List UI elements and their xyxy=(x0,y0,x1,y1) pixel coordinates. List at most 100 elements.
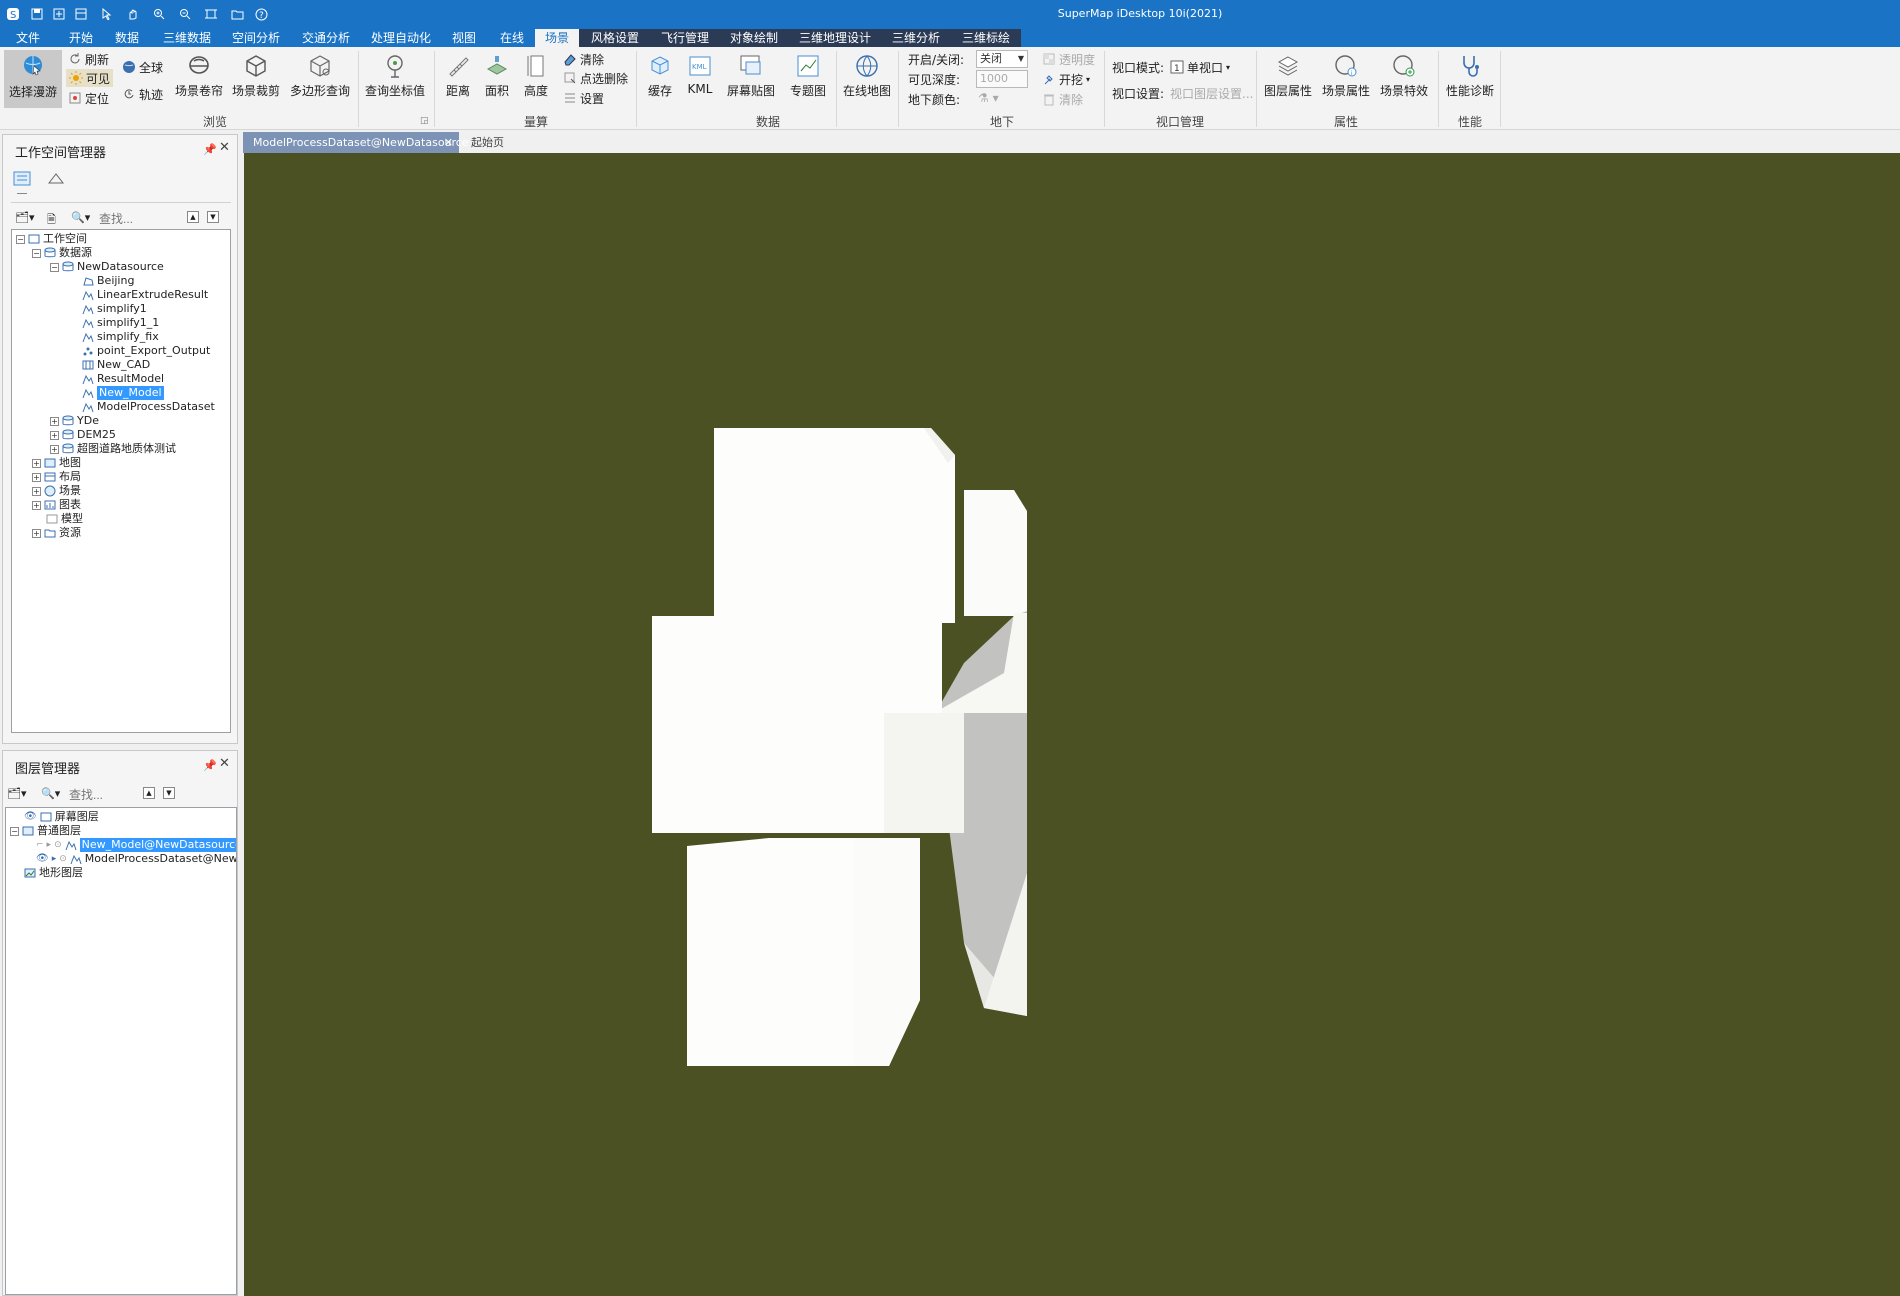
track-button[interactable]: 轨迹 xyxy=(122,85,163,103)
tab-start[interactable]: 开始 xyxy=(60,29,102,47)
viewport-layer-settings-button[interactable]: 视口图层设置... xyxy=(1170,85,1253,102)
tree-node-datasource[interactable]: + YDe xyxy=(50,414,99,428)
tab-data[interactable]: 数据 xyxy=(106,29,148,47)
underground-onoff-select[interactable]: 关闭 ▼ xyxy=(976,50,1028,68)
doc-tab-start-page[interactable]: 起始页 xyxy=(461,132,521,153)
layer-group-screen[interactable]: 👁 屏幕图层 xyxy=(24,810,99,824)
collapse-icon[interactable]: − xyxy=(16,234,25,244)
search-down-icon[interactable]: ▼ xyxy=(207,211,219,223)
doc-tab-active[interactable]: ModelProcessDataset@NewDatasource ✕ xyxy=(243,132,469,153)
tab-online[interactable]: 在线 xyxy=(494,29,530,47)
snap-icon[interactable]: ⊙ xyxy=(54,838,62,852)
snap-icon[interactable]: ⊙ xyxy=(59,852,67,866)
selectable-icon[interactable]: ▸ xyxy=(47,838,52,852)
tab-object-drawing[interactable]: 对象绘制 xyxy=(719,29,789,47)
layer-group-normal[interactable]: − 普通图层 xyxy=(10,824,81,838)
selectable-icon[interactable]: ▸ xyxy=(52,852,57,866)
pin-icon[interactable]: 📌 xyxy=(203,759,217,772)
save-workspace-icon[interactable]: 🗎 xyxy=(47,211,56,230)
tab-3d-geo-design[interactable]: 三维地理设计 xyxy=(789,29,881,47)
distance-button[interactable]: 距离 xyxy=(440,53,476,99)
visibility-off-icon[interactable]: ⌐ xyxy=(36,838,44,852)
tab-scene[interactable]: 场景 xyxy=(535,29,579,47)
expand-icon[interactable]: + xyxy=(32,528,41,538)
point-delete-button[interactable]: 点选删除 xyxy=(563,69,628,87)
tree-node-datasource[interactable]: + 超图道路地质体测试 xyxy=(50,442,176,456)
scene-properties-button[interactable]: i 场景属性 xyxy=(1320,53,1372,99)
globe-button[interactable]: 全球 xyxy=(122,58,163,76)
kml-button[interactable]: KML KML xyxy=(682,53,718,96)
scene-canvas[interactable] xyxy=(244,153,1900,1296)
tree-node-datasource[interactable]: + DEM25 xyxy=(50,428,116,442)
tab-view[interactable]: 视图 xyxy=(446,29,482,47)
screen-map-button[interactable]: 屏幕贴图 xyxy=(724,53,778,99)
tab-traffic-analysis[interactable]: 交通分析 xyxy=(294,29,358,47)
dialog-launcher-icon[interactable]: ◲ xyxy=(420,116,429,126)
refresh-button[interactable]: 刷新 xyxy=(68,50,109,68)
tab-3d-plotting[interactable]: 三维标绘 xyxy=(951,29,1021,47)
tree-node-workspace[interactable]: − 工作空间 xyxy=(16,232,87,246)
tab-3d-analysis[interactable]: 三维分析 xyxy=(881,29,951,47)
tree-node-dataset[interactable]: ResultModel xyxy=(82,372,164,386)
tree-node-dataset[interactable]: point_Export_Output xyxy=(82,344,210,358)
underground-clear-button[interactable]: 清除 xyxy=(1042,90,1083,108)
tree-node-maps[interactable]: + 地图 xyxy=(32,456,81,470)
tree-node-scenes[interactable]: + 场景 xyxy=(32,484,81,498)
close-icon[interactable]: ✕ xyxy=(219,140,230,155)
expand-icon[interactable]: + xyxy=(50,444,59,454)
polygon-query-button[interactable]: 多边形查询 xyxy=(288,53,352,99)
layer-properties-button[interactable]: 图层属性 xyxy=(1262,53,1314,99)
expand-icon[interactable]: + xyxy=(50,430,59,440)
visible-depth-input[interactable]: 1000 xyxy=(976,70,1028,88)
tab-spatial-analysis[interactable]: 空间分析 xyxy=(224,29,288,47)
search-up-icon[interactable]: ▲ xyxy=(143,787,155,799)
workspace-search-input[interactable] xyxy=(99,210,179,228)
tree-node-dataset[interactable]: New_CAD xyxy=(82,358,150,372)
expand-icon[interactable]: + xyxy=(32,472,41,482)
tree-node-dataset[interactable]: simplify_fix xyxy=(82,330,159,344)
tree-node-models[interactable]: 模型 xyxy=(46,512,83,526)
measure-settings-button[interactable]: 设置 xyxy=(563,89,604,107)
tab-process-automation[interactable]: 处理自动化 xyxy=(364,29,438,47)
layer-item[interactable]: 👁 ▸ ⊙ ModelProcessDataset@NewI xyxy=(36,852,236,866)
collapse-icon[interactable]: − xyxy=(32,248,41,258)
pin-icon[interactable]: 📌 xyxy=(203,143,217,156)
performance-diagnose-button[interactable]: 性能诊断 xyxy=(1444,53,1496,99)
viewport-mode-select[interactable]: 1 单视口 ▾ xyxy=(1170,58,1230,76)
excavate-button[interactable]: 开挖 ▾ xyxy=(1042,70,1090,88)
layer-item-selected[interactable]: ⌐ ▸ ⊙ New_Model@NewDatasource xyxy=(36,838,236,852)
tab-flight-management[interactable]: 飞行管理 xyxy=(651,29,719,47)
close-tab-icon[interactable]: ✕ xyxy=(444,132,453,153)
open-workspace-icon[interactable]: 🗂▾ xyxy=(15,211,35,224)
tree-node-layouts[interactable]: + 布局 xyxy=(32,470,81,484)
expand-icon[interactable]: + xyxy=(32,458,41,468)
scene-clip-button[interactable]: 场景裁剪 xyxy=(230,53,282,99)
tree-node-dataset[interactable]: simplify1_1 xyxy=(82,316,159,330)
layer-search-input[interactable] xyxy=(69,786,139,804)
clear-measure-button[interactable]: 清除 xyxy=(563,50,604,68)
tab-file[interactable]: 文件 xyxy=(8,29,48,47)
scene-roller-button[interactable]: 场景卷帘 xyxy=(174,53,224,99)
search-icon[interactable]: 🔍▾ xyxy=(71,211,90,224)
tree-node-dataset[interactable]: Beijing xyxy=(82,274,134,288)
scene-effects-button[interactable]: 场景特效 xyxy=(1378,53,1430,99)
tree-node-dataset-selected[interactable]: New_Model xyxy=(82,386,164,400)
tab-3d-data[interactable]: 三维数据 xyxy=(154,29,220,47)
select-roam-button[interactable]: 选择漫游 xyxy=(4,50,62,108)
expand-icon[interactable]: + xyxy=(32,500,41,510)
tree-node-new-datasource[interactable]: − NewDatasource xyxy=(50,260,164,274)
search-icon[interactable]: 🔍▾ xyxy=(41,787,60,800)
collapse-icon[interactable]: − xyxy=(50,262,59,272)
thematic-map-button[interactable]: 专题图 xyxy=(786,53,830,99)
collapse-icon[interactable]: − xyxy=(10,826,19,836)
workspace-tree-view-icon[interactable] xyxy=(13,171,31,190)
search-down-icon[interactable]: ▼ xyxy=(163,787,175,799)
tab-style-settings[interactable]: 风格设置 xyxy=(579,29,651,47)
cache-button[interactable]: 缓存 xyxy=(642,53,678,99)
area-button[interactable]: 面积 xyxy=(479,53,515,99)
layer-group-terrain[interactable]: 地形图层 xyxy=(24,866,83,880)
tree-node-dataset[interactable]: simplify1 xyxy=(82,302,147,316)
tree-node-dataset[interactable]: ModelProcessDataset xyxy=(82,400,215,414)
expand-icon[interactable]: + xyxy=(50,416,59,426)
search-up-icon[interactable]: ▲ xyxy=(187,211,199,223)
